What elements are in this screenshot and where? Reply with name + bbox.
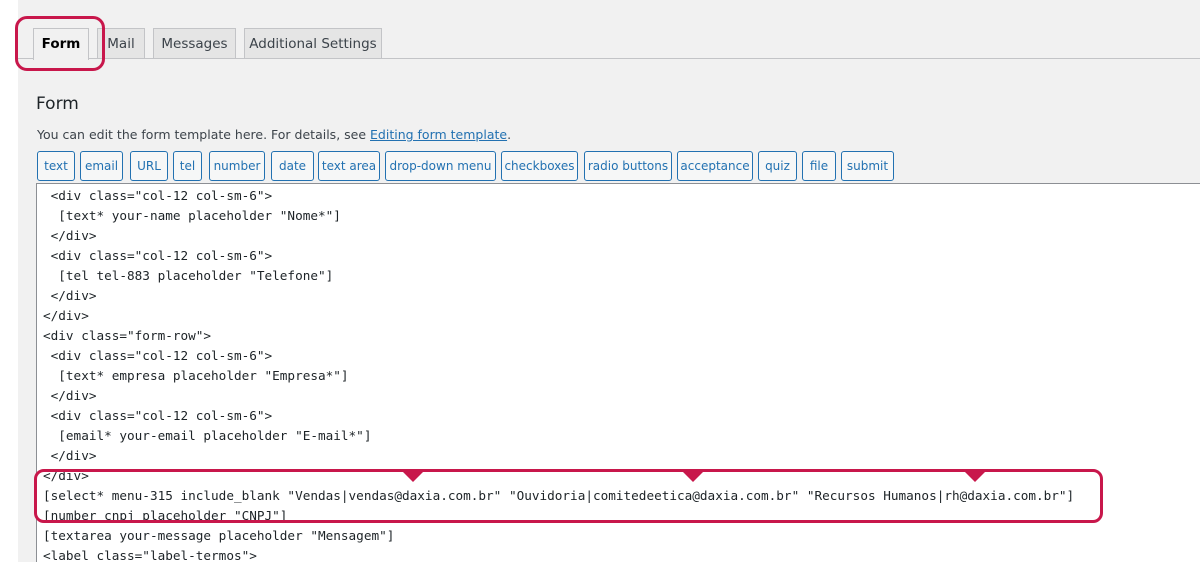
code-line: <div class="col-12 col-sm-6"> [43,408,273,423]
arrow-marker-recursos-humanos [962,469,988,482]
code-line: <div class="form-row"> [43,328,212,343]
tag-button-text[interactable]: text [37,151,75,181]
tag-button-date[interactable]: date [271,151,314,181]
tab-messages[interactable]: Messages [153,28,236,58]
tag-button-radio-buttons[interactable]: radio buttons [584,151,672,181]
code-line: </div> [43,448,97,463]
code-line: </div> [43,388,97,403]
code-line: <div class="col-12 col-sm-6"> [43,348,273,363]
code-line: [email* your-email placeholder "E-mail*"… [43,428,372,443]
tag-button-number[interactable]: number [209,151,265,181]
tag-button-acceptance[interactable]: acceptance [677,151,753,181]
code-line: </div> [43,228,97,243]
tag-button-drop-down-menu[interactable]: drop-down menu [385,151,496,181]
tag-button-text-area[interactable]: text area [318,151,380,181]
editing-form-template-link[interactable]: Editing form template [370,127,507,142]
code-line: <div class="col-12 col-sm-6"> [43,188,273,203]
arrow-marker-ouvidoria [680,469,706,482]
code-line: </div> [43,308,89,323]
code-line: <label class="label-termos"> [43,548,257,562]
tag-button-checkboxes[interactable]: checkboxes [501,151,578,181]
code-line: [textarea your-message placeholder "Mens… [43,528,395,543]
form-tab-highlight [15,16,105,71]
section-title: Form [36,94,79,114]
code-line: </div> [43,288,97,303]
tag-button-tel[interactable]: tel [173,151,202,181]
code-line: [text* your-name placeholder "Nome*"] [43,208,341,223]
tag-button-submit[interactable]: submit [841,151,894,181]
code-line: [text* empresa placeholder "Empresa*"] [43,368,349,383]
help-text: You can edit the form template here. For… [37,127,512,142]
tag-button-url[interactable]: URL [130,151,168,181]
tag-button-email[interactable]: email [80,151,123,181]
tag-button-file[interactable]: file [802,151,836,181]
code-line: <div class="col-12 col-sm-6"> [43,248,273,263]
select-field-highlight [34,469,1103,523]
tab-additional-settings[interactable]: Additional Settings [244,28,382,58]
arrow-marker-vendas [400,469,426,482]
code-line: [tel tel-883 placeholder "Telefone"] [43,268,334,283]
tag-button-quiz[interactable]: quiz [758,151,797,181]
